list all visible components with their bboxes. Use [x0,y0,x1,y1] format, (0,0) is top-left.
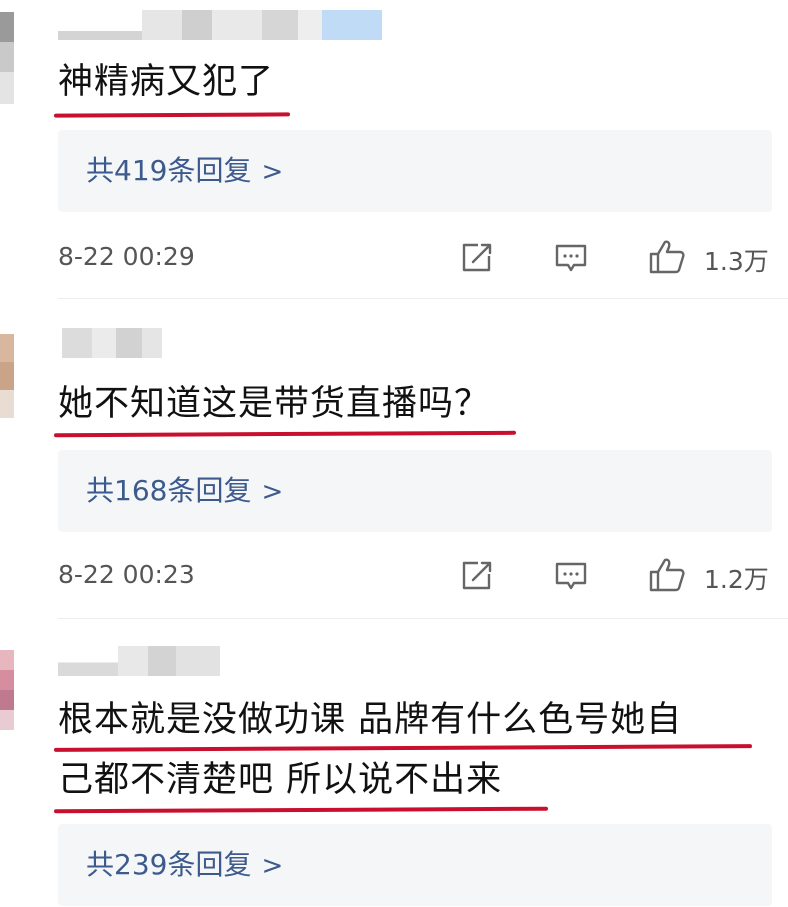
comment-meta-row: 8-22 00:29 1.3万 [58,240,778,280]
avatar[interactable] [0,334,14,418]
comment-icon[interactable] [553,240,589,276]
reply-summary-box[interactable]: 共419条回复 > [58,130,772,212]
view-replies-link[interactable]: 共419条回复 > [86,130,283,212]
avatar[interactable] [0,650,14,730]
share-edit-icon[interactable] [458,240,494,276]
username-blurred[interactable] [58,10,382,40]
like-count: 1.2万 [704,565,769,594]
replies-count-label: 共419条回复 [86,154,252,187]
replies-count-label: 共239条回复 [86,848,252,881]
divider [58,618,788,619]
view-replies-link[interactable]: 共239条回复 > [86,824,283,906]
share-edit-icon[interactable] [458,558,494,594]
comment-text: 神精病又犯了 [58,62,275,102]
replies-count-label: 共168条回复 [86,474,252,507]
comment-meta-row: 8-22 00:23 1.2万 [58,558,778,598]
thumbs-up-icon[interactable] [648,238,686,276]
chevron-right-icon: > [261,157,284,187]
avatar[interactable] [0,12,14,104]
like-count: 1.3万 [704,247,769,276]
comment-text: 她不知道这是带货直播吗？ [58,384,491,424]
red-underline [53,430,517,438]
chevron-right-icon: > [261,851,284,881]
username-blurred[interactable] [62,328,162,358]
chevron-right-icon: > [261,477,284,507]
comment-text-line-2: 己都不清楚吧 所以说不出来 [58,760,503,800]
timestamp: 8-22 00:23 [58,560,195,589]
comment-text: 根本就是没做功课 品牌有什么色号她自 [58,700,683,740]
timestamp: 8-22 00:29 [58,242,195,271]
red-underline [53,112,291,118]
divider [58,298,788,299]
comment-icon[interactable] [553,558,589,594]
reply-summary-box[interactable]: 共168条回复 > [58,450,772,532]
reply-summary-box[interactable]: 共239条回复 > [58,824,772,906]
thumbs-up-icon[interactable] [648,556,686,594]
view-replies-link[interactable]: 共168条回复 > [86,450,283,532]
username-blurred[interactable] [58,646,220,676]
red-underline [53,806,549,814]
